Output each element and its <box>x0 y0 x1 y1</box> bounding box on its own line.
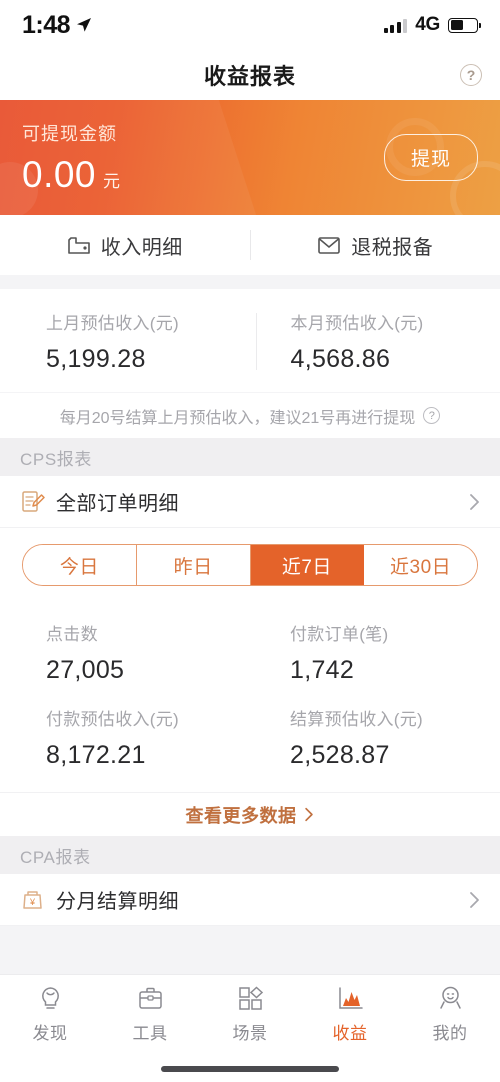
settlement-note-help-icon[interactable]: ? <box>423 407 441 424</box>
view-more-label: 查看更多数据 <box>185 805 297 826</box>
cps-section-header: CPS报表 <box>0 438 500 476</box>
stat-value: 2,528.87 <box>290 741 390 769</box>
document-pen-icon <box>22 491 45 512</box>
home-indicator-area <box>0 1056 500 1082</box>
chevron-right-icon <box>304 807 313 822</box>
quick-links: 收入明细 退税报备 <box>0 215 500 275</box>
withdrawable-amount: 0.00 <box>22 153 97 195</box>
settlement-note: 每月20号结算上月预估收入，建议21号再进行提现 ? <box>0 392 500 438</box>
stat-label: 付款预估收入(元) <box>46 710 180 729</box>
quick-link-tax-refund[interactable]: 退税报备 <box>251 215 500 275</box>
chevron-right-icon <box>470 891 479 908</box>
all-orders-label: 全部订单明细 <box>56 493 179 515</box>
stat-paid-orders: 付款订单(笔) 1,742 <box>256 608 500 693</box>
estimate-value: 5,199.28 <box>46 345 146 373</box>
status-time: 1:48 <box>22 10 71 39</box>
cps-stats: 点击数 27,005 付款订单(笔) 1,742 付款预估收入(元) 8,172… <box>0 600 500 792</box>
phone-screen: 1:48 4G 收益报表 ? 可提现金额 0.00 元 提现 收入明细 退税报备… <box>0 0 500 1082</box>
tab-mine[interactable]: 我的 <box>400 985 500 1044</box>
withdrawable-amount-row: 0.00 元 <box>22 154 384 196</box>
stat-value: 1,742 <box>290 656 355 684</box>
withdrawable-label: 可提现金额 <box>22 123 117 144</box>
banner-content: 可提现金额 0.00 元 <box>22 120 384 196</box>
stats-row-2: 付款预估收入(元) 8,172.21 结算预估收入(元) 2,528.87 <box>0 693 500 778</box>
lightbulb-icon <box>41 987 59 1009</box>
chart-icon <box>338 987 363 1009</box>
stat-label: 点击数 <box>46 625 98 644</box>
envelope-icon <box>318 237 341 254</box>
battery-icon <box>448 17 481 33</box>
section-gap <box>0 275 500 289</box>
stat-value: 8,172.21 <box>46 741 146 769</box>
stat-paid-estimated-income: 付款预估收入(元) 8,172.21 <box>0 693 256 778</box>
monthly-estimates: 上月预估收入(元) 5,199.28 本月预估收入(元) 4,568.86 <box>0 289 500 392</box>
wallet-icon <box>67 237 90 254</box>
currency-unit: 元 <box>103 171 121 191</box>
tab-earnings[interactable]: 收益 <box>300 985 400 1044</box>
view-more-data-link[interactable]: 查看更多数据 <box>0 792 500 836</box>
tab-tools[interactable]: 工具 <box>100 985 200 1044</box>
status-bar-left: 1:48 <box>22 11 92 40</box>
settlement-note-text: 每月20号结算上月预估收入，建议21号再进行提现 <box>59 409 416 427</box>
briefcase-icon <box>138 987 162 1009</box>
stat-label: 结算预估收入(元) <box>290 710 424 729</box>
estimate-this-month: 本月预估收入(元) 4,568.86 <box>257 309 500 374</box>
period-tabs-wrapper: 今日 昨日 近7日 近30日 <box>0 528 500 600</box>
header-help-icon[interactable]: ? <box>460 64 482 86</box>
estimate-label: 本月预估收入(元) <box>290 314 424 333</box>
tab-last-7-days[interactable]: 近7日 <box>250 545 365 585</box>
quick-link-label: 收入明细 <box>100 236 183 259</box>
tab-today[interactable]: 今日 <box>23 545 137 585</box>
page-filler <box>0 926 500 974</box>
estimate-last-month: 上月预估收入(元) 5,199.28 <box>0 309 256 374</box>
tab-yesterday[interactable]: 昨日 <box>136 545 251 585</box>
stat-clicks: 点击数 27,005 <box>0 608 256 693</box>
tab-label: 收益 <box>332 1024 368 1043</box>
tab-label: 我的 <box>432 1024 468 1043</box>
shapes-icon <box>238 986 263 1010</box>
all-orders-row[interactable]: 全部订单明细 <box>0 476 500 528</box>
person-icon <box>439 986 461 1009</box>
monthly-settlement-row[interactable]: ¥ 分月结算明细 <box>0 874 500 926</box>
period-tabs: 今日 昨日 近7日 近30日 <box>22 544 478 586</box>
estimate-label: 上月预估收入(元) <box>46 314 180 333</box>
tab-scenes[interactable]: 场景 <box>200 985 300 1044</box>
estimate-value: 4,568.86 <box>290 345 391 373</box>
network-type: 4G <box>415 14 440 35</box>
monthly-settlement-label: 分月结算明细 <box>56 891 179 913</box>
location-arrow-icon <box>77 18 92 32</box>
tab-label: 工具 <box>132 1024 168 1043</box>
title-bar: 收益报表 ? <box>0 50 500 100</box>
home-indicator[interactable] <box>161 1066 339 1072</box>
svg-text:¥: ¥ <box>29 897 36 907</box>
tab-discover[interactable]: 发现 <box>0 985 100 1044</box>
money-bag-icon: ¥ <box>23 891 42 909</box>
bottom-tab-bar: 发现 工具 场景 收益 我的 <box>0 974 500 1056</box>
status-bar-right: 4G <box>383 14 481 36</box>
quick-link-label: 退税报备 <box>351 236 434 259</box>
stats-row-1: 点击数 27,005 付款订单(笔) 1,742 <box>0 608 500 693</box>
status-bar: 1:48 4G <box>0 0 500 50</box>
withdrawable-banner: 可提现金额 0.00 元 提现 <box>0 100 500 215</box>
cpa-section-header: CPA报表 <box>0 836 500 874</box>
signal-bars-icon <box>383 18 408 33</box>
page-title: 收益报表 <box>203 64 296 89</box>
quick-link-income-detail[interactable]: 收入明细 <box>0 215 250 275</box>
tab-label: 场景 <box>232 1024 268 1043</box>
tab-last-30-days[interactable]: 近30日 <box>364 545 477 585</box>
stat-label: 付款订单(笔) <box>290 625 389 644</box>
stat-settled-estimated-income: 结算预估收入(元) 2,528.87 <box>256 693 500 778</box>
tab-label: 发现 <box>32 1024 68 1043</box>
chevron-right-icon <box>470 493 479 510</box>
stat-value: 27,005 <box>46 656 125 684</box>
withdraw-button[interactable]: 提现 <box>383 134 478 181</box>
